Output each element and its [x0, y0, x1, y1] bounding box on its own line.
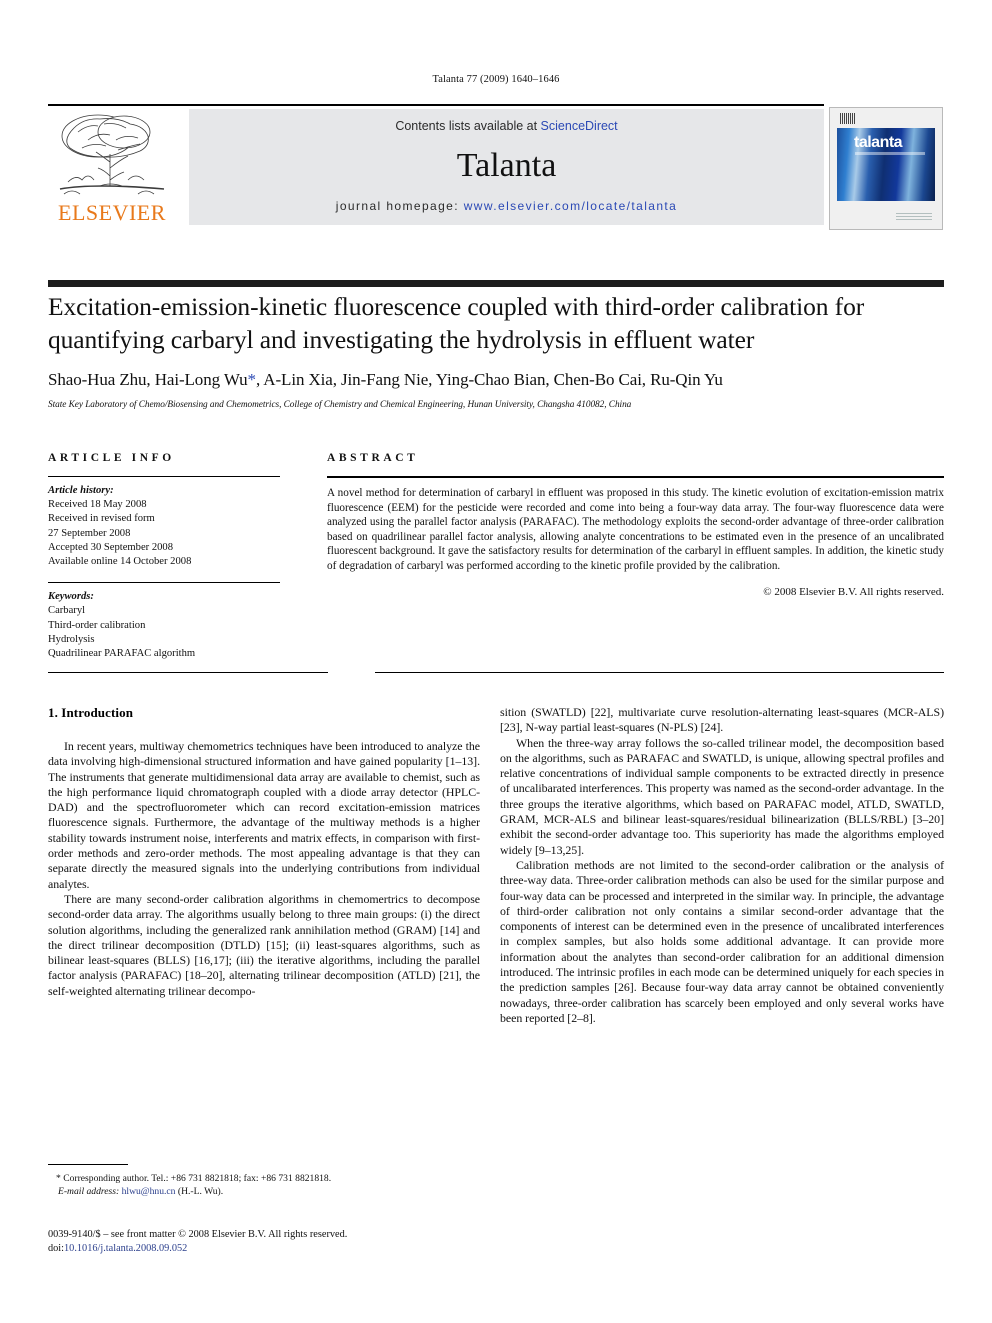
email-suffix: (H.-L. Wu).: [177, 1186, 224, 1198]
contents-line: Contents lists available at ScienceDirec…: [189, 119, 824, 133]
article-info-heading: ARTICLE INFO: [48, 452, 175, 464]
journal-homepage-line: journal homepage: www.elsevier.com/locat…: [189, 199, 824, 213]
email-label: E-mail address:: [58, 1186, 120, 1198]
keywords-rule: [48, 582, 280, 584]
abstract-heading: ABSTRACT: [327, 452, 419, 464]
running-head: Talanta 77 (2009) 1640–1646: [432, 74, 560, 85]
paragraph: When the three-way array follows the so-…: [500, 735, 944, 857]
cover-footer-mark: [896, 211, 932, 220]
history-item: 27 September 2008: [48, 527, 131, 539]
history-item: Accepted 30 September 2008: [48, 541, 174, 553]
keywords-label: Keywords:: [48, 591, 94, 603]
doi-link[interactable]: 10.1016/j.talanta.2008.09.052: [64, 1243, 187, 1254]
author-names-rest: , A-Lin Xia, Jin-Fang Nie, Ying-Chao Bia…: [255, 370, 723, 389]
body-separator-left: [48, 672, 328, 673]
journal-cover-thumbnail: talanta: [829, 107, 943, 230]
corresponding-author-marker: *: [247, 370, 257, 389]
paragraph: In recent years, multiway chemometrics t…: [48, 739, 480, 891]
contents-prefix: Contents lists available at: [395, 119, 541, 133]
journal-band: Contents lists available at ScienceDirec…: [189, 109, 824, 225]
abstract-rule: [327, 476, 944, 478]
doi-label: doi:: [48, 1243, 65, 1254]
history-item: Received 18 May 2008: [48, 499, 147, 511]
journal-homepage-link[interactable]: www.elsevier.com/locate/talanta: [464, 199, 677, 213]
article-history-label: Article history:: [48, 485, 114, 496]
doi-line: doi:10.1016/j.talanta.2008.09.052: [48, 1242, 508, 1256]
section-heading-introduction: 1. Introduction: [48, 705, 134, 720]
homepage-prefix: journal homepage:: [335, 199, 464, 213]
footnote-corresponding-text: Corresponding author. Tel.: +86 731 8821…: [63, 1173, 332, 1184]
article-info-rule: [48, 476, 280, 477]
corresponding-author-footnote: * Corresponding author. Tel.: +86 731 88…: [48, 1164, 480, 1198]
title-block: Excitation-emission-kinetic fluorescence…: [48, 290, 938, 410]
affiliation: State Key Laboratory of Chemo/Biosensing…: [48, 400, 632, 410]
footnote-rule: [48, 1164, 128, 1165]
keywords-group: Keywords: Carbaryl Third-order calibrati…: [48, 590, 280, 661]
abstract-text: A novel method for determination of carb…: [327, 487, 944, 572]
footnote-text: * Corresponding author. Tel.: +86 731 88…: [48, 1172, 480, 1198]
body-column-right: sition (SWATLD) [22], multivariate curve…: [500, 705, 944, 1026]
imprint-block: 0039-9140/$ – see front matter © 2008 El…: [48, 1228, 508, 1256]
journal-masthead: ELSEVIER Contents lists available at Sci…: [48, 104, 944, 230]
keyword-item: Third-order calibration: [48, 619, 146, 631]
author-names-lead: Shao-Hua Zhu, Hai-Long Wu: [48, 370, 248, 389]
elsevier-logo: ELSEVIER: [48, 110, 176, 228]
author-list: Shao-Hua Zhu, Hai-Long Wu*, A-Lin Xia, J…: [48, 370, 938, 390]
elsevier-tree-icon: [59, 114, 165, 195]
elsevier-wordmark: ELSEVIER: [58, 200, 166, 225]
keyword-item: Hydrolysis: [48, 633, 95, 645]
abstract-column: ABSTRACT A novel method for determinatio…: [327, 452, 944, 598]
paragraph: sition (SWATLD) [22], multivariate curve…: [500, 705, 944, 735]
journal-article-page: Talanta 77 (2009) 1640–1646 ELSEVIER Con…: [0, 0, 992, 1323]
body-separator-right: [375, 672, 944, 673]
article-history: Article history: Received 18 May 2008 Re…: [48, 484, 280, 569]
abstract-copyright: © 2008 Elsevier B.V. All rights reserved…: [763, 585, 944, 598]
masthead-top-rule: [48, 104, 824, 106]
issn-line: 0039-9140/$ – see front matter © 2008 El…: [48, 1229, 348, 1240]
barcode-icon: [840, 113, 855, 124]
paragraph: There are many second-order calibration …: [48, 891, 480, 998]
keyword-item: Quadrilinear PARAFAC algorithm: [48, 648, 196, 660]
journal-title: Talanta: [456, 147, 557, 184]
article-info-column: ARTICLE INFO Article history: Received 1…: [48, 452, 280, 661]
keyword-item: Carbaryl: [48, 605, 86, 617]
cover-subtitle-rule: [855, 152, 925, 155]
footnote-marker: *: [56, 1173, 61, 1184]
sciencedirect-link[interactable]: ScienceDirect: [541, 119, 618, 133]
history-item: Available online 14 October 2008: [48, 556, 192, 568]
cover-journal-title: talanta: [854, 134, 903, 151]
body-column-left: 1. Introduction In recent years, multiwa…: [48, 705, 480, 999]
masthead-dark-bar: [48, 280, 944, 287]
history-item: Received in revised form: [48, 513, 155, 525]
page-title: Excitation-emission-kinetic fluorescence…: [48, 292, 865, 354]
paragraph: Calibration methods are not limited to t…: [500, 857, 944, 1025]
email-link[interactable]: hlwu@hnu.cn: [122, 1186, 176, 1197]
